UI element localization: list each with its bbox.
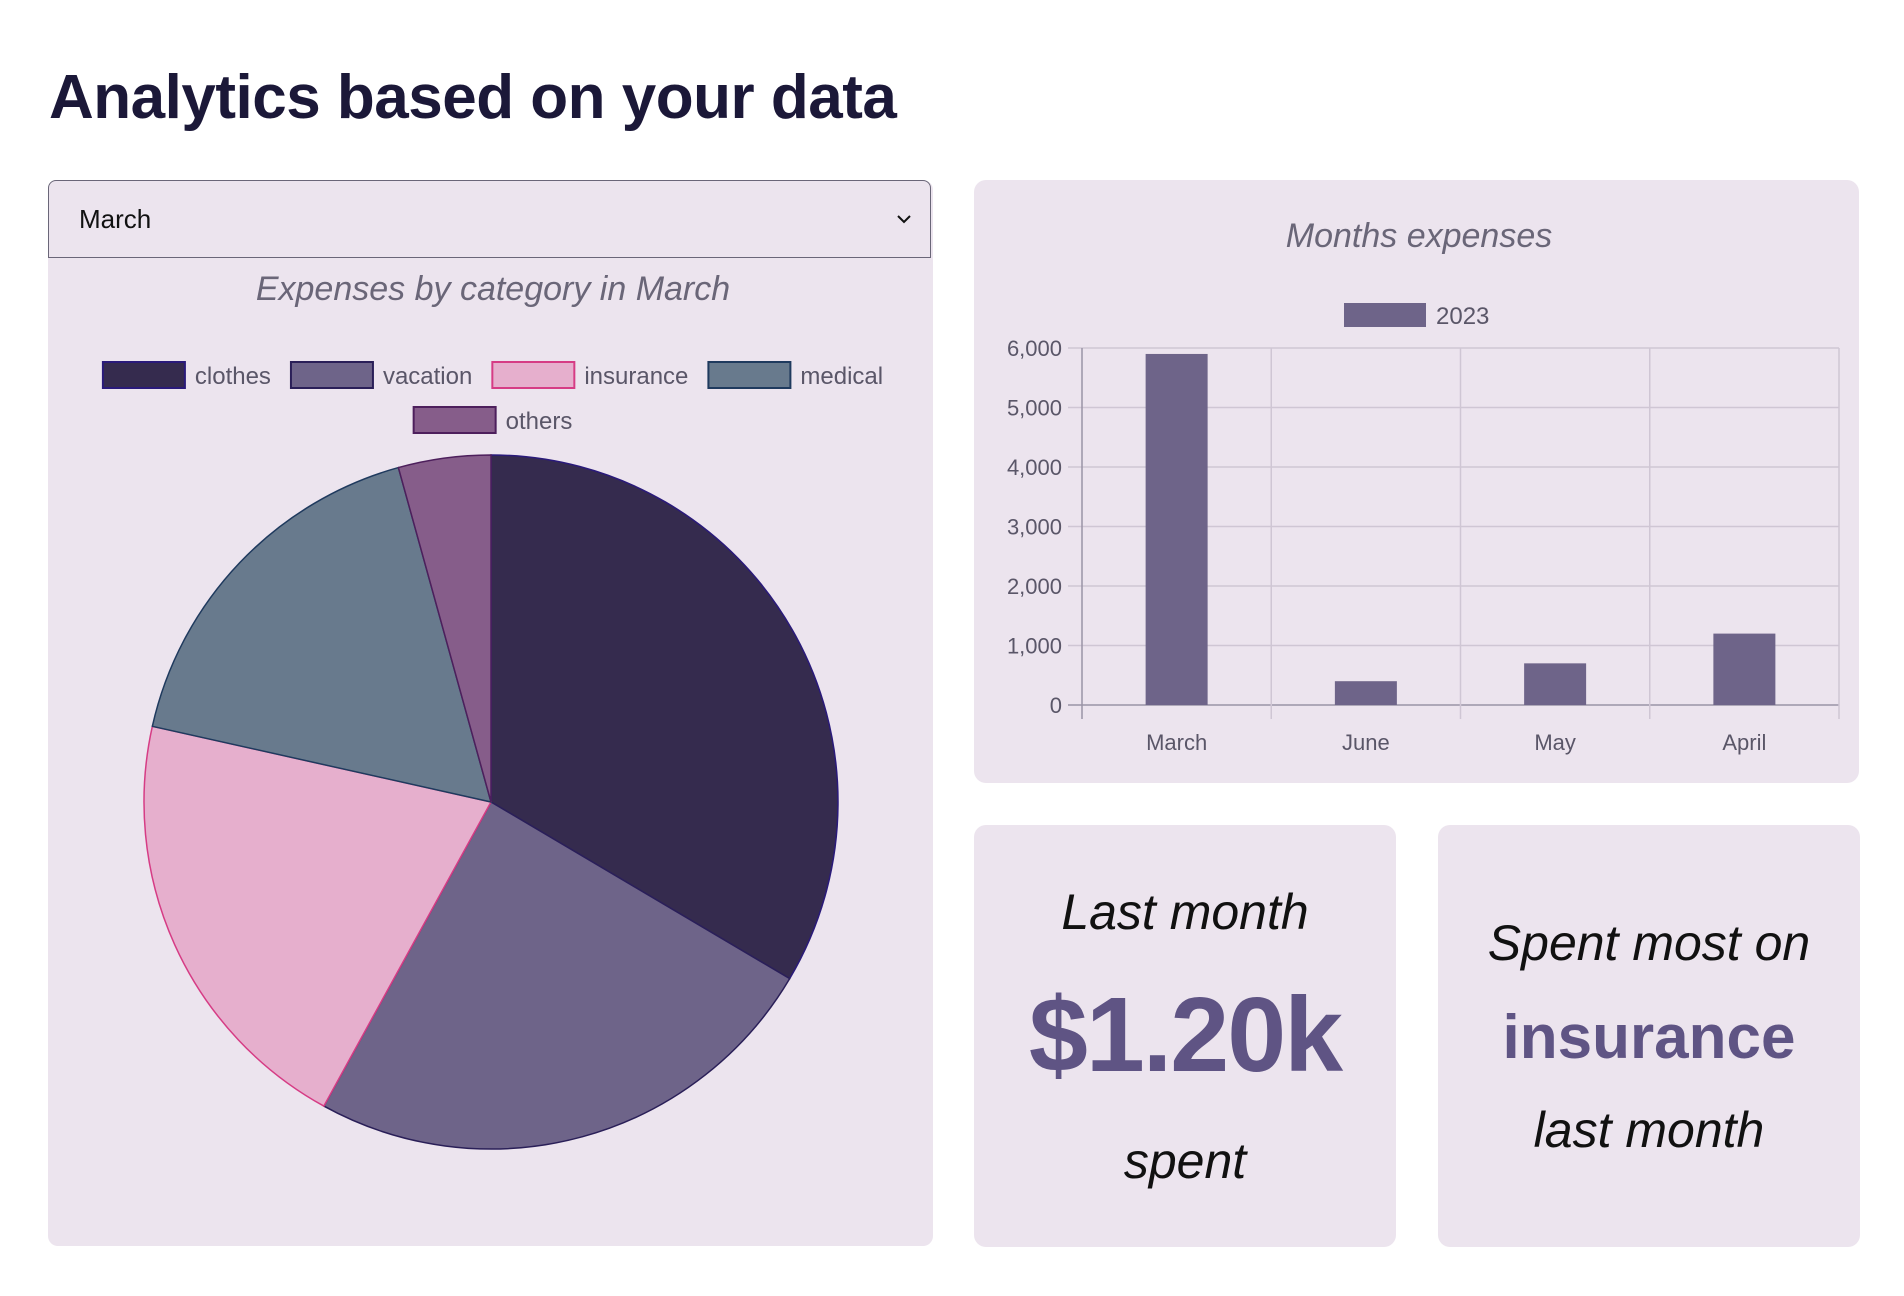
pie-chart: Expenses by category in March clothes vac… <box>101 270 883 1150</box>
bar-legend-label: 2023 <box>1436 303 1489 330</box>
pie-legend-swatch <box>707 361 792 389</box>
pie-legend-label: insurance <box>584 363 688 390</box>
pie-legend-item-others[interactable]: others <box>412 406 573 435</box>
bar-legend-item[interactable]: 2023 <box>1344 303 1489 330</box>
bar-y-tick-label: 6,000 <box>1007 336 1062 361</box>
bar-March[interactable] <box>1145 353 1208 705</box>
top-category-card: Spent most on insurance last month <box>1438 825 1860 1247</box>
bar-x-tick-label: May <box>1534 730 1576 755</box>
pie-legend-swatch <box>101 361 186 389</box>
pie-legend-label: medical <box>800 363 883 390</box>
pie-legend-item-vacation[interactable]: vacation <box>289 361 472 390</box>
pie-legend-label: clothes <box>195 363 271 390</box>
bar-y-tick-label: 2,000 <box>1007 574 1062 599</box>
bar-legend-swatch <box>1344 303 1426 327</box>
pie-legend-item-clothes[interactable]: clothes <box>101 361 271 390</box>
stat-most-value: insurance <box>1502 1002 1796 1072</box>
last-month-spent-card: Last month $1.20k spent <box>974 825 1396 1247</box>
pie-legend-item-medical[interactable]: medical <box>707 361 883 390</box>
pie-legend-label: vacation <box>383 363 472 390</box>
bar-April[interactable] <box>1713 633 1776 705</box>
bar-x-tick-label: March <box>1146 730 1207 755</box>
stat-most-top: Spent most on <box>1487 914 1811 971</box>
bar-June[interactable] <box>1334 681 1397 705</box>
bar-y-tick-label: 3,000 <box>1007 515 1062 540</box>
pie-chart-title: Expenses by category in March <box>256 270 730 308</box>
bar-chart: Months expenses 2023 0 1,000 2,000 3,000 4,0… <box>1007 217 1840 755</box>
bar-x-tick-label: June <box>1342 730 1390 755</box>
pie-legend-swatch <box>289 361 374 389</box>
page-title: Analytics based on your data <box>49 63 897 132</box>
months-expenses-card: Months expenses 2023 0 1,000 2,000 3,000 4,0… <box>974 180 1859 783</box>
stat-last-value: $1.20k <box>1028 975 1343 1094</box>
bar-May[interactable] <box>1524 663 1587 705</box>
bar-y-tick-label: 5,000 <box>1007 396 1062 421</box>
bar-x-tick-label: April <box>1722 730 1766 755</box>
bar-y-tick-label: 4,000 <box>1007 455 1062 480</box>
stat-last-bottom: spent <box>1123 1132 1247 1189</box>
pie-legend-swatch <box>491 361 576 389</box>
bar-y-tick-label: 0 <box>1050 693 1062 718</box>
category-expenses-card: March Expenses by category in March clot… <box>48 180 933 1246</box>
bar-chart-title: Months expenses <box>1286 217 1553 255</box>
stat-last-top: Last month <box>1061 883 1309 940</box>
pie-legend-item-insurance[interactable]: insurance <box>491 361 688 390</box>
pie-legend-swatch <box>412 406 497 434</box>
stat-most-bottom: last month <box>1533 1101 1765 1158</box>
pie-legend-label: others <box>506 408 573 435</box>
bar-y-tick-label: 1,000 <box>1007 634 1062 659</box>
